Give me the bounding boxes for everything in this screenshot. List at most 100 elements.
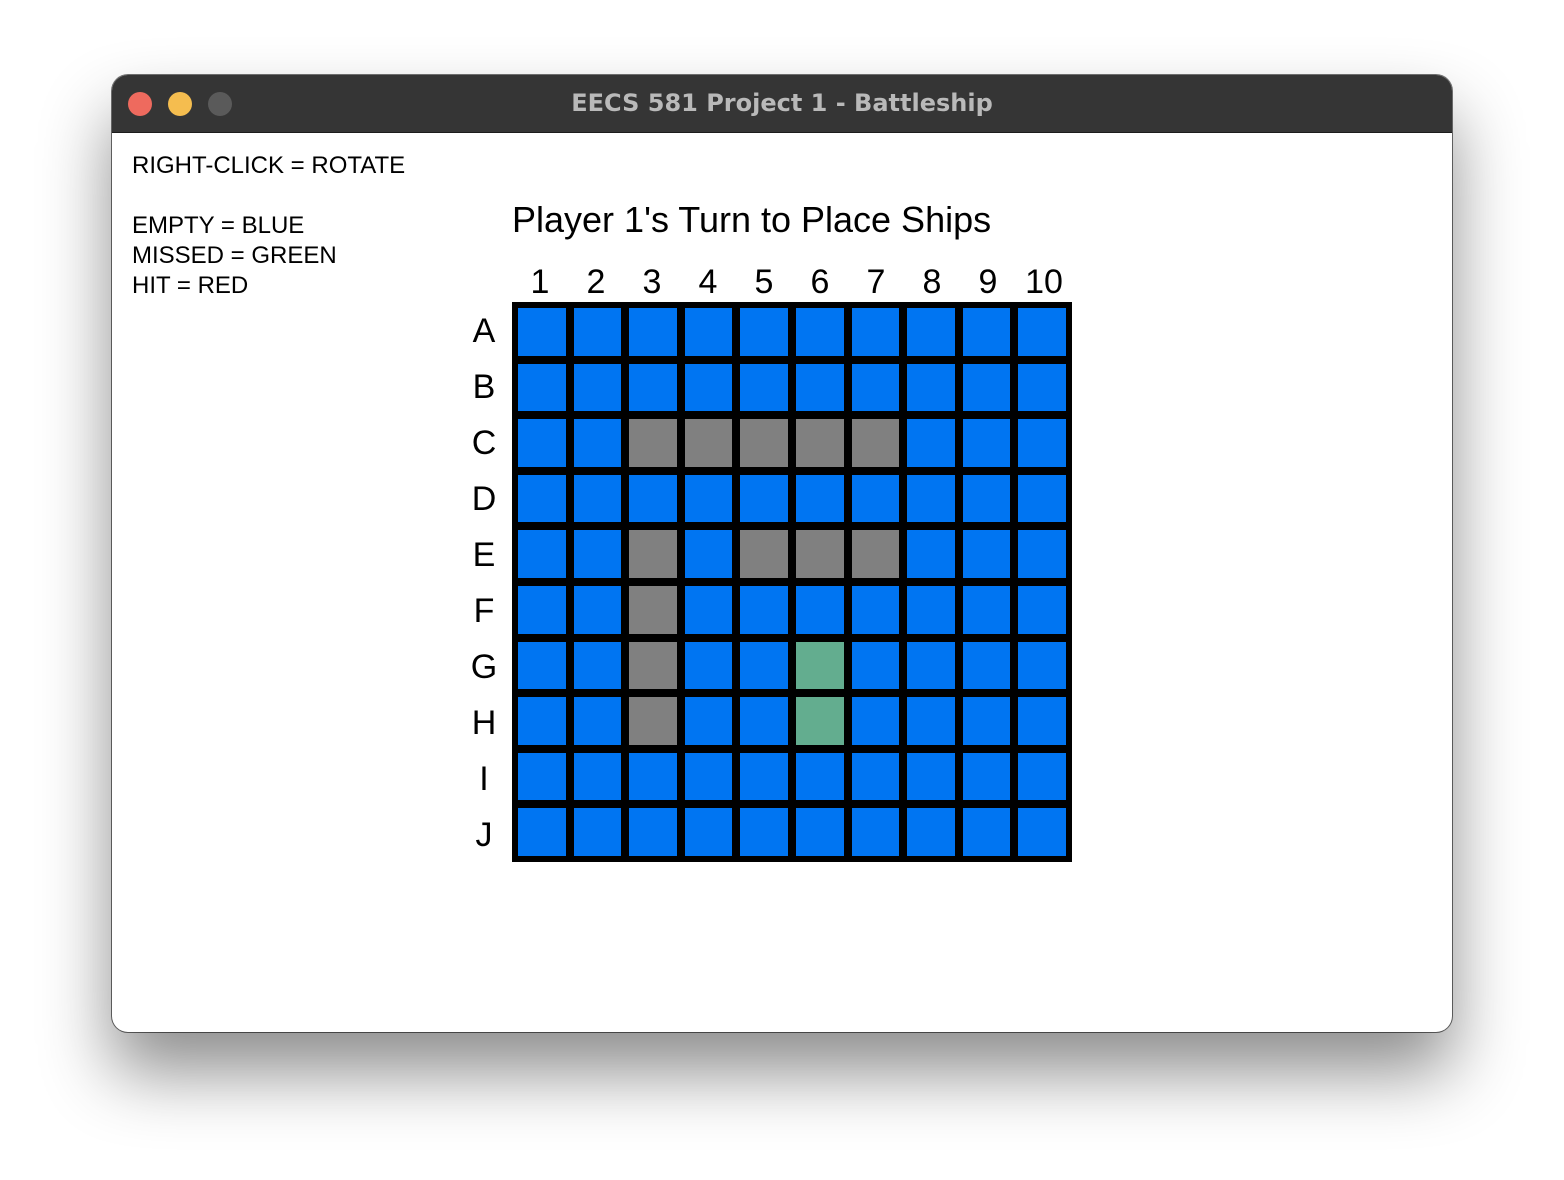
board-cell-i10[interactable] — [1014, 748, 1070, 805]
board-cell-i6[interactable] — [791, 748, 848, 805]
board-cell-d4[interactable] — [680, 470, 737, 527]
board-cell-h2[interactable] — [569, 693, 626, 749]
board-cell-i2[interactable] — [569, 748, 626, 805]
board-cell-a3[interactable] — [625, 304, 681, 360]
board-cell-e7[interactable] — [847, 526, 904, 582]
board-cell-d10[interactable] — [1014, 470, 1070, 527]
board-cell-f8[interactable] — [903, 581, 959, 638]
board-cell-f3[interactable] — [625, 581, 681, 638]
board-cell-f9[interactable] — [958, 581, 1015, 638]
board-cell-a7[interactable] — [847, 304, 904, 360]
board-cell-g8[interactable] — [903, 637, 959, 694]
board-cell-a6[interactable] — [791, 304, 848, 360]
board-cell-b9[interactable] — [958, 359, 1015, 416]
board-cell-c8[interactable] — [903, 415, 959, 471]
board-cell-h7[interactable] — [847, 693, 904, 749]
board-cell-g2[interactable] — [569, 637, 626, 694]
board-cell-b5[interactable] — [736, 359, 792, 416]
board-cell-a8[interactable] — [903, 304, 959, 360]
board-cell-a9[interactable] — [958, 304, 1015, 360]
board-cell-j6[interactable] — [791, 804, 848, 860]
board-cell-d9[interactable] — [958, 470, 1015, 527]
board-cell-g4[interactable] — [680, 637, 737, 694]
board-cell-h9[interactable] — [958, 693, 1015, 749]
board-cell-f4[interactable] — [680, 581, 737, 638]
board-cell-h3[interactable] — [625, 693, 681, 749]
board-cell-f2[interactable] — [569, 581, 626, 638]
board-cell-e9[interactable] — [958, 526, 1015, 582]
board-cell-c9[interactable] — [958, 415, 1015, 471]
board-cell-b2[interactable] — [569, 359, 626, 416]
board-cell-g10[interactable] — [1014, 637, 1070, 694]
board-cell-i1[interactable] — [514, 748, 570, 805]
board-cell-c7[interactable] — [847, 415, 904, 471]
board-cell-a4[interactable] — [680, 304, 737, 360]
board-cell-b7[interactable] — [847, 359, 904, 416]
board-cell-b10[interactable] — [1014, 359, 1070, 416]
board-cell-c6[interactable] — [791, 415, 848, 471]
board-cell-g7[interactable] — [847, 637, 904, 694]
board-cell-g3[interactable] — [625, 637, 681, 694]
board-cell-f5[interactable] — [736, 581, 792, 638]
board-cell-c1[interactable] — [514, 415, 570, 471]
board-cell-j2[interactable] — [569, 804, 626, 860]
board-cell-c4[interactable] — [680, 415, 737, 471]
board-cell-a10[interactable] — [1014, 304, 1070, 360]
board-cell-f6[interactable] — [791, 581, 848, 638]
board-cell-g5[interactable] — [736, 637, 792, 694]
board-cell-g1[interactable] — [514, 637, 570, 694]
board-cell-a1[interactable] — [514, 304, 570, 360]
board-cell-d5[interactable] — [736, 470, 792, 527]
board-cell-d2[interactable] — [569, 470, 626, 527]
board-cell-a2[interactable] — [569, 304, 626, 360]
board-cell-i4[interactable] — [680, 748, 737, 805]
board-cell-d8[interactable] — [903, 470, 959, 527]
board-cell-d7[interactable] — [847, 470, 904, 527]
board-cell-f7[interactable] — [847, 581, 904, 638]
board-cell-e3[interactable] — [625, 526, 681, 582]
board-cell-e6[interactable] — [791, 526, 848, 582]
board-cell-d6[interactable] — [791, 470, 848, 527]
board-cell-h1[interactable] — [514, 693, 570, 749]
board-cell-f10[interactable] — [1014, 581, 1070, 638]
board-cell-j1[interactable] — [514, 804, 570, 860]
board-cell-j8[interactable] — [903, 804, 959, 860]
board-cell-j10[interactable] — [1014, 804, 1070, 860]
board-cell-c5[interactable] — [736, 415, 792, 471]
board-cell-h6[interactable] — [791, 693, 848, 749]
board-cell-i8[interactable] — [903, 748, 959, 805]
board-cell-e2[interactable] — [569, 526, 626, 582]
board-cell-h5[interactable] — [736, 693, 792, 749]
board-cell-b1[interactable] — [514, 359, 570, 416]
board-cell-b4[interactable] — [680, 359, 737, 416]
board-cell-j3[interactable] — [625, 804, 681, 860]
board-cell-c10[interactable] — [1014, 415, 1070, 471]
game-board[interactable] — [512, 302, 1072, 862]
board-cell-e8[interactable] — [903, 526, 959, 582]
board-cell-e1[interactable] — [514, 526, 570, 582]
board-cell-e4[interactable] — [680, 526, 737, 582]
board-cell-i9[interactable] — [958, 748, 1015, 805]
board-cell-e10[interactable] — [1014, 526, 1070, 582]
board-cell-h4[interactable] — [680, 693, 737, 749]
board-cell-e5[interactable] — [736, 526, 792, 582]
board-cell-j9[interactable] — [958, 804, 1015, 860]
board-cell-i3[interactable] — [625, 748, 681, 805]
board-cell-i7[interactable] — [847, 748, 904, 805]
board-cell-i5[interactable] — [736, 748, 792, 805]
board-cell-j5[interactable] — [736, 804, 792, 860]
board-cell-a5[interactable] — [736, 304, 792, 360]
title-bar[interactable]: EECS 581 Project 1 - Battleship — [112, 75, 1452, 133]
board-cell-f1[interactable] — [514, 581, 570, 638]
board-cell-j4[interactable] — [680, 804, 737, 860]
board-cell-b6[interactable] — [791, 359, 848, 416]
board-cell-g6[interactable] — [791, 637, 848, 694]
board-cell-c2[interactable] — [569, 415, 626, 471]
board-cell-j7[interactable] — [847, 804, 904, 860]
board-cell-h10[interactable] — [1014, 693, 1070, 749]
board-cell-b3[interactable] — [625, 359, 681, 416]
board-cell-d3[interactable] — [625, 470, 681, 527]
board-cell-c3[interactable] — [625, 415, 681, 471]
board-cell-b8[interactable] — [903, 359, 959, 416]
board-cell-h8[interactable] — [903, 693, 959, 749]
